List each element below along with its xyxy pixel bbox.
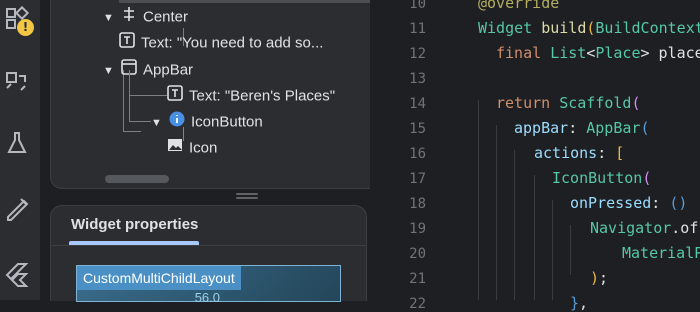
code-line[interactable]: @override [478, 0, 559, 12]
code-line[interactable]: }, [570, 294, 588, 312]
layout-explorer-box[interactable]: CustomMultiChildLayout 56.0 [76, 265, 341, 305]
tree-node-label: Center [143, 8, 189, 26]
warning-icon: ! [17, 19, 34, 36]
text-icon [119, 32, 135, 55]
line-number: 22 [409, 296, 426, 312]
line-number: 20 [409, 246, 426, 262]
line-number: 21 [409, 271, 426, 287]
code-line[interactable]: Navigator.of [590, 219, 698, 237]
widget-properties-title: Widget properties [71, 216, 199, 233]
code-line[interactable]: onPressed: () [570, 194, 687, 212]
tree-node-text[interactable]: Text: "You need to add so... [119, 32, 323, 54]
code-line[interactable]: actions: [ [534, 144, 624, 162]
tree-node-icon[interactable]: Icon [167, 137, 217, 159]
chevron-down-icon[interactable]: ▼ [151, 112, 163, 134]
line-number: 11 [409, 21, 426, 37]
widget-tree: ▼ Center Text: "You need to add so... ▼ Ap… [50, 0, 407, 189]
pen-tool-icon[interactable] [4, 195, 30, 221]
line-number: 16 [409, 146, 426, 162]
tree-node-appbar[interactable]: ▼ AppBar [103, 59, 193, 81]
tree-node-label: AppBar [143, 61, 194, 79]
image-icon [167, 137, 183, 160]
flutter-inspector-panel: ▼ Center Text: "You need to add so... ▼ Ap… [40, 0, 407, 301]
text-icon [167, 85, 183, 108]
code-line[interactable]: return Scaffold( [496, 94, 641, 112]
refresh-layout-icon[interactable] [4, 68, 30, 94]
layout-widget-label: CustomMultiChildLayout [77, 266, 241, 290]
chevron-down-icon[interactable]: ▼ [103, 60, 115, 82]
tree-node-label: Text: "You need to add so... [141, 34, 324, 52]
tree-node-iconbutton[interactable]: ▼ IconButton [151, 111, 263, 133]
tree-node-label: Text: "Beren's Places" [189, 87, 336, 105]
panel-resize-handle[interactable] [236, 193, 258, 199]
activity-bar: ! [0, 0, 40, 300]
line-number: 10 [409, 0, 426, 12]
flutter-icon[interactable] [4, 262, 30, 288]
code-line[interactable]: IconButton( [552, 169, 651, 187]
flask-icon[interactable] [4, 130, 30, 156]
code-editor[interactable]: 10 11 12 13 14 15 16 17 18 19 20 21 22 @override Widg… [370, 0, 700, 312]
tree-node-center[interactable]: ▼ Center [103, 6, 188, 28]
line-number: 15 [409, 121, 426, 137]
tree-node-label: IconButton [191, 113, 263, 131]
tree-node-text-title[interactable]: Text: "Beren's Places" [167, 85, 335, 107]
code-line[interactable]: final List<Place> places [496, 44, 700, 62]
center-icon [121, 6, 137, 29]
layout-dimension-value: 56.0 [194, 290, 220, 305]
tree-node-label: Icon [189, 139, 218, 157]
code-line[interactable]: Widget build(BuildContext [478, 19, 700, 37]
horizontal-scrollbar[interactable] [105, 175, 169, 183]
line-number: 13 [409, 71, 426, 87]
code-line[interactable]: appBar: AppBar( [514, 119, 649, 137]
chevron-down-icon[interactable]: ▼ [103, 7, 115, 29]
line-number: 19 [409, 221, 426, 237]
code-line[interactable]: MaterialPa [622, 244, 700, 262]
line-number: 18 [409, 196, 426, 212]
line-number: 12 [409, 46, 426, 62]
line-number: 17 [409, 171, 426, 187]
code-line[interactable]: ); [590, 269, 608, 287]
tree-top-scroll [119, 0, 399, 3]
line-number: 14 [409, 96, 426, 112]
